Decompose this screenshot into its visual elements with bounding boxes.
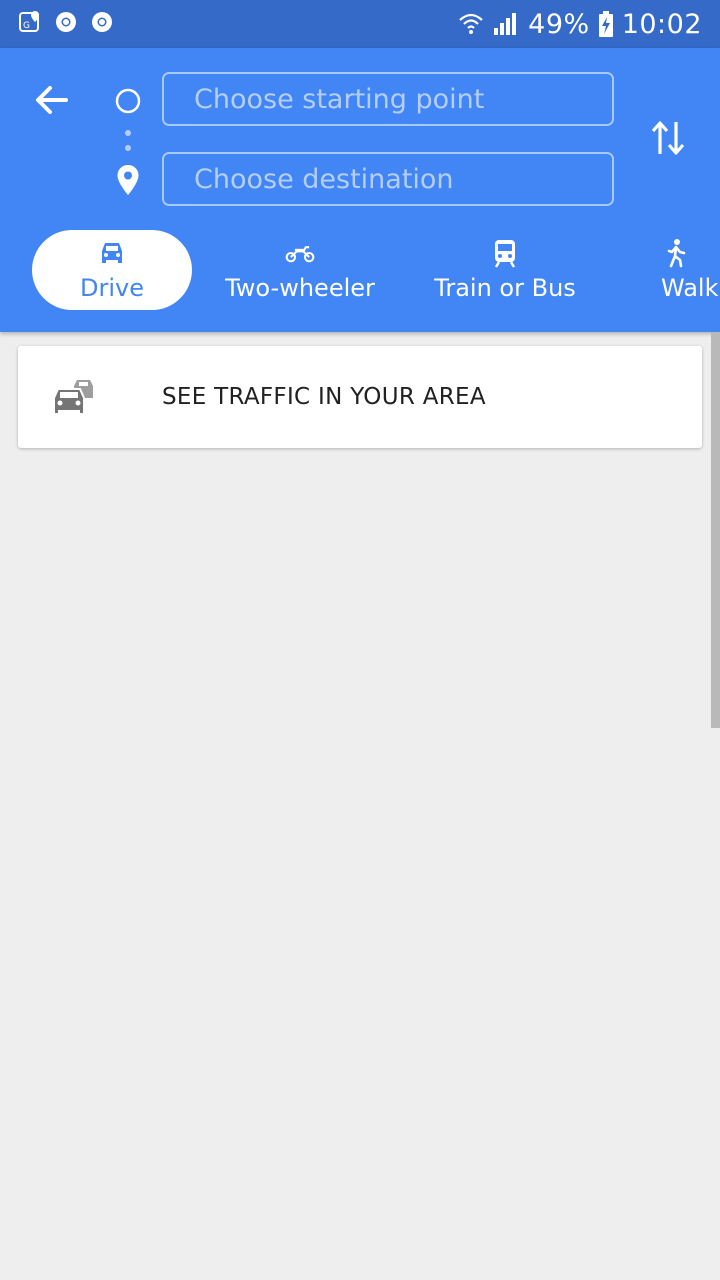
destination-input[interactable] xyxy=(162,152,614,206)
tab-drive-label: Drive xyxy=(80,274,144,302)
tab-walk[interactable]: Walk xyxy=(650,230,720,310)
starting-point-input[interactable] xyxy=(162,72,614,126)
status-bar: G 49% 10:02 xyxy=(0,0,720,48)
travel-mode-tabs: Drive Two-wheeler Train or Bus Walk xyxy=(0,230,720,310)
signal-icon xyxy=(494,13,517,35)
battery-percent: 49% xyxy=(528,8,590,40)
walk-icon xyxy=(667,239,686,268)
maps-notification-icon: G xyxy=(19,11,39,32)
back-arrow-icon[interactable] xyxy=(30,82,74,118)
train-icon xyxy=(494,240,516,268)
tab-two-wheeler[interactable]: Two-wheeler xyxy=(214,230,386,310)
svg-text:G: G xyxy=(23,21,30,31)
chrome-notification-icon xyxy=(56,12,76,32)
chrome-notification-icon-2 xyxy=(92,12,112,32)
tab-two-wheeler-label: Two-wheeler xyxy=(225,274,375,302)
car-icon xyxy=(102,243,122,263)
scrollbar[interactable] xyxy=(711,332,720,728)
see-traffic-label: SEE TRAFFIC IN YOUR AREA xyxy=(162,384,486,410)
swap-direction-icon[interactable] xyxy=(650,118,686,158)
tab-train-or-bus-label: Train or Bus xyxy=(434,274,576,302)
tab-train-or-bus[interactable]: Train or Bus xyxy=(420,230,590,310)
see-traffic-card[interactable]: SEE TRAFFIC IN YOUR AREA xyxy=(18,346,702,448)
directions-header: Drive Two-wheeler Train or Bus xyxy=(0,48,720,332)
battery-charging-icon xyxy=(598,11,613,37)
destination-pin-icon xyxy=(117,165,139,195)
route-dots-icon xyxy=(125,130,131,151)
wifi-icon xyxy=(459,13,483,34)
tab-drive[interactable]: Drive xyxy=(32,230,192,310)
tab-walk-label: Walk xyxy=(661,274,719,302)
start-point-circle-icon xyxy=(115,88,141,114)
clock: 10:02 xyxy=(621,8,702,40)
traffic-cars-icon xyxy=(53,380,93,415)
motorcycle-icon xyxy=(285,246,315,263)
